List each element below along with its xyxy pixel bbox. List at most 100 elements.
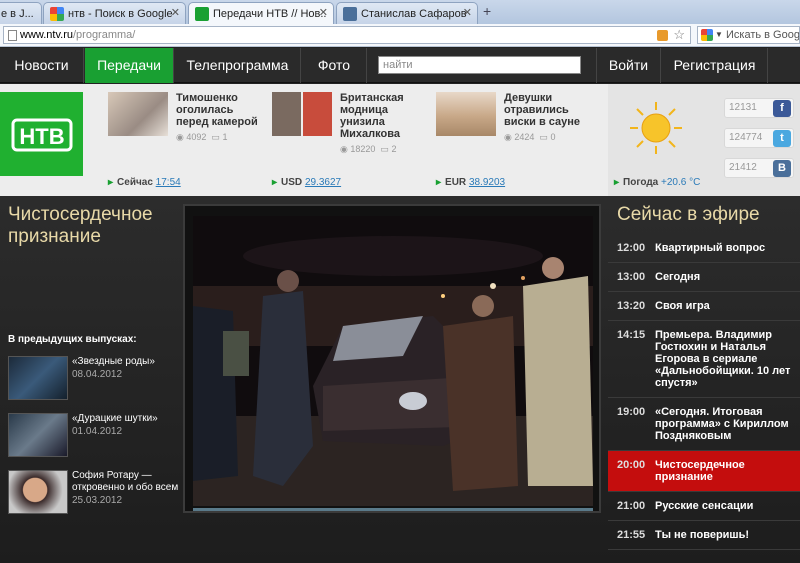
time-now-value[interactable]: 17:54: [156, 177, 181, 188]
close-tab-icon[interactable]: ✕: [463, 6, 472, 19]
schedule-time: 21:00: [617, 500, 646, 512]
news-title[interactable]: Британская модница унизила Михалкова: [340, 92, 432, 140]
google-favicon-icon: [50, 6, 64, 21]
facebook-share[interactable]: 12131 f: [724, 98, 794, 118]
login-link[interactable]: Войти: [596, 48, 661, 83]
news-title[interactable]: Тимошенко оголилась перед камерой: [176, 92, 268, 128]
news-item[interactable]: Тимошенко оголилась перед камерой ◉ 4092…: [108, 92, 268, 162]
previous-episode[interactable]: София Ротару — откровенно и обо всем 25.…: [8, 470, 184, 516]
browser-tab-active[interactable]: Передачи НТВ // Нов... ✕: [188, 2, 334, 24]
usd-rate: ▸ USD 29.3627: [272, 177, 341, 188]
episode-thumbnail[interactable]: [8, 470, 68, 514]
arrow-icon: ▸: [272, 177, 278, 188]
browser-search-field[interactable]: ▼ Искать в Google: [697, 26, 800, 44]
bookmark-star-icon[interactable]: ☆: [673, 27, 685, 43]
previous-episode[interactable]: «Дурацкие шутки» 01.04.2012: [8, 413, 184, 459]
browser-tab[interactable]: нтв - Поиск в Google ✕: [43, 2, 186, 24]
schedule-item[interactable]: 21:00 Русские сенсации: [608, 492, 800, 521]
comment-icon: ▭: [380, 144, 389, 154]
news-item[interactable]: Девушки отравились виски в сауне ◉ 2424 …: [436, 92, 596, 162]
eye-icon: ◉: [176, 132, 184, 142]
episode-thumbnail[interactable]: [8, 356, 68, 400]
twitter-icon[interactable]: t: [773, 130, 791, 147]
tab-title: e в J...: [1, 7, 34, 20]
video-player[interactable]: [183, 204, 601, 513]
eye-icon: ◉: [504, 132, 512, 142]
google-icon: [701, 29, 713, 41]
arrow-icon: ▸: [614, 177, 620, 188]
page-icon: [8, 30, 17, 41]
schedule-title: «Сегодня. Итоговая программа» с Кириллом…: [655, 406, 789, 442]
usd-label: USD: [281, 177, 303, 188]
schedule-title: Чистосердечное признание: [655, 459, 745, 483]
news-comments: 0: [550, 132, 556, 142]
news-thumbnail[interactable]: [436, 92, 496, 136]
schedule-item[interactable]: 19:00 «Сегодня. Итоговая программа» с Кир…: [608, 398, 800, 451]
register-link[interactable]: Регистрация: [662, 48, 768, 83]
news-comments: 1: [222, 132, 228, 142]
news-views: 18220: [350, 144, 376, 154]
browser-tab[interactable]: e в J...: [0, 2, 42, 24]
weather-temp: +20.6 °C: [661, 177, 701, 188]
show-title: Чистосердечное признание: [8, 204, 153, 247]
nav-item-shows[interactable]: Передачи: [85, 48, 174, 83]
episode-title[interactable]: «Звездные роды»: [72, 356, 186, 368]
site-search-input[interactable]: найти: [378, 56, 581, 74]
news-comments: 2: [391, 144, 397, 154]
episode-title[interactable]: София Ротару — откровенно и обо всем: [72, 470, 186, 494]
nav-item-news[interactable]: Новости: [0, 48, 84, 83]
news-thumbnail[interactable]: [272, 92, 332, 136]
schedule-title: Ты не поверишь!: [655, 529, 750, 541]
tab-title: Передачи НТВ // Нов...: [213, 7, 327, 20]
close-tab-icon[interactable]: ✕: [319, 6, 328, 19]
new-tab-icon[interactable]: +: [483, 4, 497, 19]
news-item[interactable]: Британская модница унизила Михалкова ◉ 1…: [272, 92, 432, 162]
schedule-item[interactable]: 13:00 Сегодня: [608, 263, 800, 292]
schedule-title: Русские сенсации: [655, 500, 754, 512]
schedule-item[interactable]: 21:55 Ты не поверишь!: [608, 521, 800, 550]
schedule-item[interactable]: 14:15 Премьера. Владимир Гостюхин и Натал…: [608, 321, 800, 398]
facebook-icon[interactable]: f: [773, 100, 791, 117]
episode-thumbnail[interactable]: [8, 413, 68, 457]
chevron-down-icon[interactable]: ▼: [715, 27, 723, 43]
vk-share[interactable]: 21412 В: [724, 158, 794, 178]
arrow-icon: ▸: [108, 177, 114, 188]
close-tab-icon[interactable]: ✕: [171, 6, 180, 19]
news-title[interactable]: Девушки отравились виски в сауне: [504, 92, 596, 128]
url-path: /programma/: [72, 29, 136, 41]
schedule-time: 19:00: [617, 406, 646, 418]
arrow-icon: ▸: [436, 177, 442, 188]
schedule-title: Своя игра: [655, 300, 710, 312]
twitter-count: 124774: [729, 132, 763, 143]
news-views: 4092: [186, 132, 207, 142]
url-field[interactable]: www.ntv.ru/programma/ ☆: [3, 26, 691, 44]
schedule-item[interactable]: 12:00 Квартирный вопрос: [608, 234, 800, 263]
eur-value[interactable]: 38.9203: [469, 177, 505, 188]
browser-tab[interactable]: Станислав Сафаров ✕: [336, 2, 478, 24]
news-meta: ◉ 18220 ▭ 2: [340, 144, 396, 155]
previous-episode[interactable]: «Звездные роды» 08.04.2012: [8, 356, 184, 402]
comment-icon: ▭: [539, 132, 548, 142]
comment-icon: ▭: [211, 132, 220, 142]
address-bar-row: www.ntv.ru/programma/ ☆ ▼ Искать в Googl…: [0, 24, 800, 47]
schedule-item-current[interactable]: 20:00 Чистосердечное признание: [608, 451, 800, 492]
twitter-share[interactable]: 124774 t: [724, 128, 794, 148]
schedule-time: 21:55: [617, 529, 646, 541]
ntv-logo[interactable]: НТВ: [0, 92, 83, 176]
video-progress-bar[interactable]: [193, 508, 593, 511]
schedule-item[interactable]: 13:20 Своя игра: [608, 292, 800, 321]
rss-icon[interactable]: [657, 30, 668, 41]
news-thumbnail[interactable]: [108, 92, 168, 136]
news-meta: ◉ 4092 ▭ 1: [176, 132, 227, 143]
vk-icon[interactable]: В: [773, 160, 791, 177]
weather-label: ▸ Погода +20.6 °C: [614, 177, 700, 188]
usd-value[interactable]: 29.3627: [305, 177, 341, 188]
previous-episodes-heading: В предыдущих выпусках:: [8, 334, 137, 345]
nav-item-photo[interactable]: Фото: [302, 48, 367, 83]
on-air-title: Сейчас в эфире: [617, 204, 760, 225]
schedule-time: 13:00: [617, 271, 646, 283]
time-now: ▸ Сейчас 17:54: [108, 177, 181, 188]
video-frame[interactable]: [193, 216, 593, 506]
nav-item-tv-guide[interactable]: Телепрограмма: [175, 48, 301, 83]
episode-title[interactable]: «Дурацкие шутки»: [72, 413, 186, 425]
